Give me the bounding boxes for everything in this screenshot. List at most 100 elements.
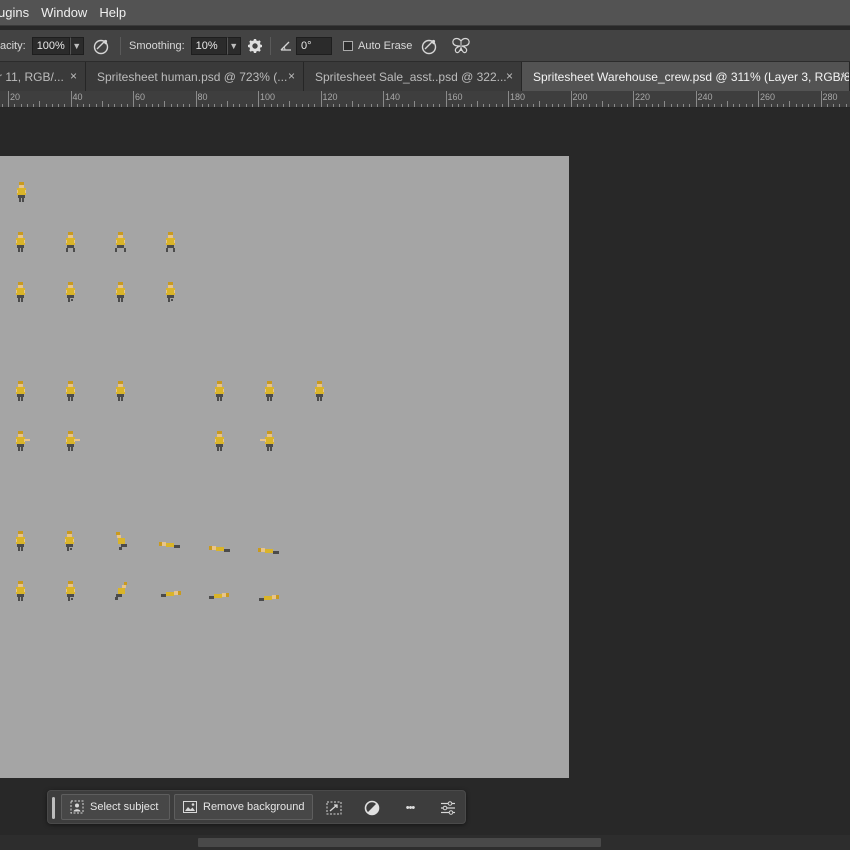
ruler-tick — [826, 104, 828, 107]
sprite-pixel — [66, 589, 67, 592]
smoothing-control: Smoothing: 10% ▼ — [129, 30, 241, 62]
horizontal-scrollbar[interactable] — [0, 835, 850, 850]
more-options-icon[interactable]: ••• — [399, 797, 421, 819]
sprite-pixel — [317, 397, 319, 401]
sprite-pixel — [265, 549, 273, 553]
sprite-pixel — [220, 447, 222, 451]
close-icon[interactable]: × — [70, 69, 77, 83]
auto-erase-checkbox[interactable] — [343, 41, 353, 51]
ruler-tick — [764, 104, 766, 107]
settings-sliders-icon[interactable] — [437, 797, 459, 819]
ruler-tick — [464, 104, 466, 107]
gear-icon[interactable] — [245, 36, 265, 56]
ruler-tick — [570, 91, 572, 107]
sprite-pixel — [24, 539, 25, 542]
ruler-tick — [276, 104, 278, 107]
sprite-pixel — [121, 298, 123, 302]
ruler-tick — [108, 104, 109, 107]
sprite-pixel — [315, 389, 316, 392]
pressure-opacity-icon[interactable] — [91, 36, 111, 56]
separator — [120, 37, 121, 55]
drag-handle[interactable] — [52, 797, 55, 819]
ruler-label: 100 — [260, 92, 276, 102]
sprite-pixel — [223, 439, 224, 442]
close-icon[interactable]: × — [506, 69, 513, 83]
sprite-pixel — [74, 589, 75, 592]
pressure-size-icon[interactable] — [419, 36, 439, 56]
auto-erase-control[interactable]: Auto Erase — [343, 30, 412, 62]
ruler-tick — [770, 104, 772, 107]
butterfly-icon[interactable] — [451, 36, 471, 56]
sprite-pixel — [166, 592, 174, 596]
ruler-tick — [170, 104, 172, 107]
ruler-tick — [51, 104, 53, 107]
ruler-label: 40 — [72, 92, 83, 102]
ruler-tick — [201, 104, 203, 107]
ruler-tick — [64, 104, 66, 107]
tab-document-active[interactable]: Spritesheet Warehouse_crew.psd @ 311% (L… — [522, 62, 850, 91]
tab-label: Spritesheet Warehouse_crew.psd @ 311% (L… — [533, 69, 850, 84]
ruler-tick — [408, 104, 409, 107]
remove-background-button[interactable]: Remove background — [174, 794, 313, 820]
sprite-pixel — [265, 439, 266, 442]
sprite-pixel — [65, 539, 66, 542]
sprite-pixel — [68, 597, 70, 601]
sprite-pixel — [18, 547, 20, 551]
ruler-tick — [70, 91, 72, 107]
sprite-pixel — [68, 447, 70, 451]
ruler-tick — [708, 104, 709, 107]
tab-document-2[interactable]: Spritesheet human.psd @ 723% (... × — [86, 62, 304, 91]
opacity-dropdown[interactable]: ▼ — [69, 37, 84, 55]
opacity-label: acity: — [0, 40, 26, 52]
ruler-tick — [814, 104, 816, 107]
ruler-label: 80 — [197, 92, 208, 102]
opacity-input[interactable]: 100% — [31, 37, 70, 55]
ruler-tick — [320, 91, 322, 107]
select-subject-button[interactable]: Select subject — [61, 794, 170, 820]
sprite-pixel — [66, 240, 67, 243]
horizontal-ruler[interactable]: 20 40 60 80 100 120 140 160 180 200 220 240 260 280 — [0, 91, 850, 108]
smoothing-label: Smoothing: — [129, 40, 185, 52]
sprite-pixel — [115, 248, 117, 252]
ruler-tick — [295, 104, 297, 107]
sprite-pixel — [71, 299, 73, 301]
sprite-pixel — [168, 298, 170, 302]
ruler-tick — [714, 104, 716, 107]
adjustment-icon[interactable] — [361, 797, 383, 819]
ruler-tick — [833, 104, 834, 107]
ruler-tick — [483, 104, 484, 107]
document-canvas[interactable] — [0, 156, 569, 778]
ruler-tick — [601, 101, 603, 107]
image-icon — [183, 801, 197, 813]
ruler-tick — [508, 91, 509, 107]
menu-help[interactable]: Help — [93, 0, 132, 26]
ruler-tick — [639, 104, 641, 107]
ruler-tick — [364, 104, 366, 107]
sprite-pixel — [25, 190, 26, 193]
ruler-tick — [439, 104, 441, 107]
tab-document-3[interactable]: Spritesheet Sale_asst..psd @ 322... × — [304, 62, 522, 91]
sprite-pixel — [166, 290, 167, 293]
ruler-label: 140 — [385, 92, 401, 102]
transform-selection-icon[interactable] — [323, 797, 345, 819]
tab-document-1[interactable]: r 11, RGB/... × — [0, 62, 86, 91]
ruler-tick — [245, 104, 247, 107]
close-icon[interactable]: × — [840, 69, 847, 83]
angle-input[interactable]: 0° — [296, 37, 332, 55]
ruler-tick — [608, 104, 609, 107]
ruler-tick — [114, 104, 116, 107]
scrollbar-thumb[interactable] — [198, 838, 601, 847]
sprite-pixel — [174, 545, 180, 548]
smoothing-dropdown[interactable]: ▼ — [226, 37, 241, 55]
close-icon[interactable]: × — [288, 69, 295, 83]
smoothing-input[interactable]: 10% — [190, 37, 227, 55]
ruler-tick — [551, 104, 553, 107]
ruler-tick — [820, 91, 822, 107]
sprite-pixel — [320, 397, 322, 401]
sprite-pixel — [21, 248, 23, 252]
sprite-pixel — [119, 547, 122, 550]
menu-window[interactable]: Window — [35, 0, 93, 26]
menu-plugins[interactable]: ugins — [0, 0, 35, 26]
sprite-pixel — [116, 389, 117, 392]
sprite-pixel — [264, 596, 272, 600]
